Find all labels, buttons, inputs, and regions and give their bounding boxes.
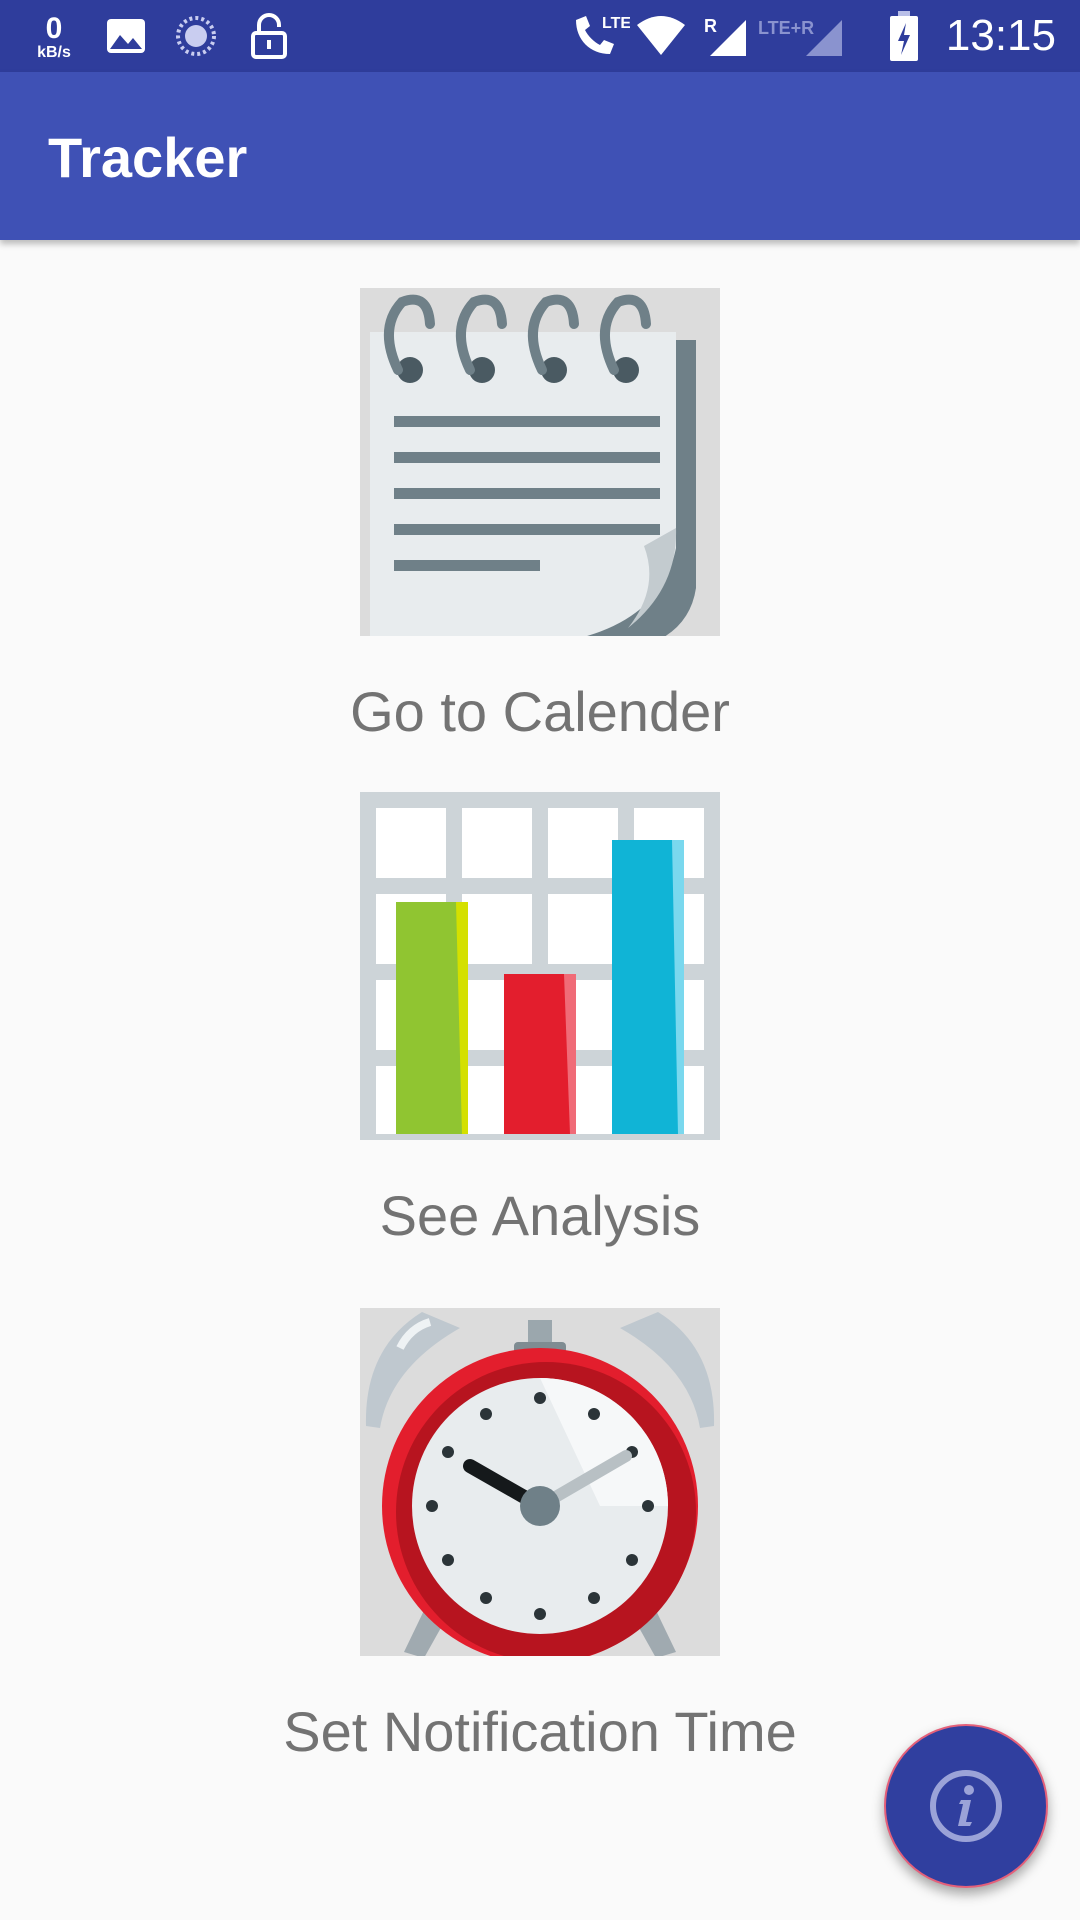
page-title: Tracker <box>48 126 248 189</box>
battery-charging-icon <box>888 10 920 62</box>
lte-r-text: LTE+R <box>758 18 814 38</box>
alarm-clock-icon[interactable] <box>360 1308 720 1656</box>
gallery-icon <box>104 14 148 58</box>
app-bar: Tracker <box>0 72 1080 240</box>
signal-roaming-icon: R <box>700 10 752 60</box>
notepad-icon[interactable] <box>360 288 720 636</box>
wifi-icon <box>636 14 686 58</box>
info-button[interactable] <box>884 1724 1048 1888</box>
roaming-text: R <box>704 16 717 36</box>
sync-icon <box>174 14 218 58</box>
lte-text: LTE <box>602 15 630 32</box>
info-icon <box>930 1770 1002 1842</box>
bar-chart-icon[interactable] <box>360 792 720 1140</box>
analysis-label[interactable]: See Analysis <box>0 1184 1080 1248</box>
volte-call-icon: LTE <box>568 10 630 62</box>
signal-lte-r-icon: LTE+R <box>756 10 850 60</box>
calendar-menu-item[interactable]: Go to Calender <box>0 284 1080 754</box>
calendar-label[interactable]: Go to Calender <box>0 680 1080 744</box>
analysis-menu-item[interactable]: See Analysis <box>0 788 1080 1260</box>
network-speed: 0 kB/s <box>28 10 80 66</box>
network-speed-unit: kB/s <box>37 44 71 61</box>
status-time: 13:15 <box>945 11 1056 60</box>
notification-menu-item[interactable]: Set Notification Time <box>0 1304 1080 1774</box>
status-bar: 0 kB/s LTE R LTE+R 13:15 <box>0 0 1080 72</box>
unlock-icon <box>246 12 292 60</box>
network-speed-value: 0 <box>45 12 63 45</box>
